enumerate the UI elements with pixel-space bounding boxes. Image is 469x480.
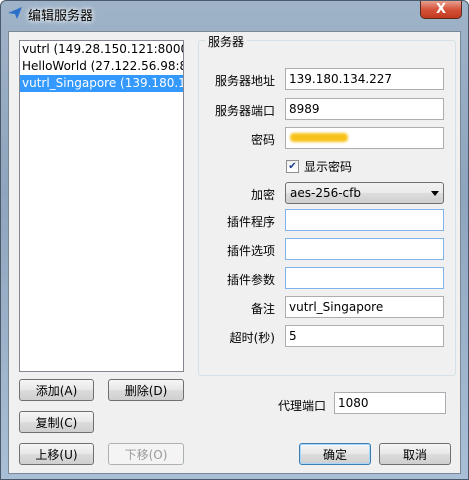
timeout-input[interactable]: 5	[285, 325, 444, 347]
cancel-button[interactable]: 取消	[379, 443, 451, 465]
remarks-input[interactable]: vutrl_Singapore	[285, 296, 444, 318]
move-up-button[interactable]: 上移(U)	[19, 443, 94, 465]
server-address-input[interactable]: 139.180.134.227	[285, 68, 444, 90]
server-port-label: 服务器端口	[214, 104, 275, 118]
plugin-program-input[interactable]	[285, 209, 444, 231]
add-button[interactable]: 添加(A)	[19, 379, 94, 401]
window-title: 编辑服务器	[28, 9, 94, 24]
ok-button[interactable]: 确定	[299, 443, 371, 465]
encryption-select[interactable]: aes-256-cfb	[285, 182, 444, 204]
show-password-checkbox[interactable]: ✔	[286, 160, 299, 173]
server-port-input[interactable]: 8989	[285, 98, 444, 120]
delete-button[interactable]: 删除(D)	[108, 379, 184, 401]
remarks-label: 备注	[250, 302, 275, 316]
copy-button[interactable]: 复制(C)	[19, 411, 94, 433]
show-password-label: 显示密码	[304, 160, 353, 174]
plugin-args-label: 插件参数	[226, 273, 275, 287]
close-button[interactable]: X	[420, 1, 462, 19]
encryption-value: aes-256-cfb	[290, 186, 361, 200]
password-input[interactable]	[285, 127, 444, 149]
plugin-options-label: 插件选项	[226, 244, 275, 258]
move-down-button[interactable]: 下移(O)	[108, 443, 184, 465]
show-password-checkbox-row[interactable]: ✔ 显示密码	[286, 158, 352, 175]
plugin-args-input[interactable]	[285, 267, 444, 289]
paper-plane-icon	[8, 7, 22, 19]
server-list[interactable]: vutrl (149.28.150.121:8000) HelloWorld (…	[19, 40, 184, 372]
chevron-down-icon	[431, 191, 439, 196]
plugin-options-input[interactable]	[285, 238, 444, 260]
encryption-label: 加密	[250, 188, 275, 202]
timeout-label: 超时(秒)	[229, 331, 275, 345]
password-mask	[290, 133, 348, 142]
password-label: 密码	[250, 133, 275, 147]
proxy-port-label: 代理端口	[277, 399, 326, 413]
dialog-window: 编辑服务器 X vutrl (149.28.150.121:8000) Hell…	[0, 0, 469, 480]
plugin-program-label: 插件程序	[226, 215, 275, 229]
server-group-title: 服务器	[205, 33, 248, 50]
proxy-port-input[interactable]: 1080	[334, 392, 446, 414]
title-bar[interactable]: 编辑服务器 X	[1, 1, 468, 25]
dialog-client-area: vutrl (149.28.150.121:8000) HelloWorld (…	[8, 31, 461, 474]
server-list-item[interactable]: vutrl (149.28.150.121:8000)	[20, 41, 183, 58]
server-address-label: 服务器地址	[214, 74, 275, 88]
